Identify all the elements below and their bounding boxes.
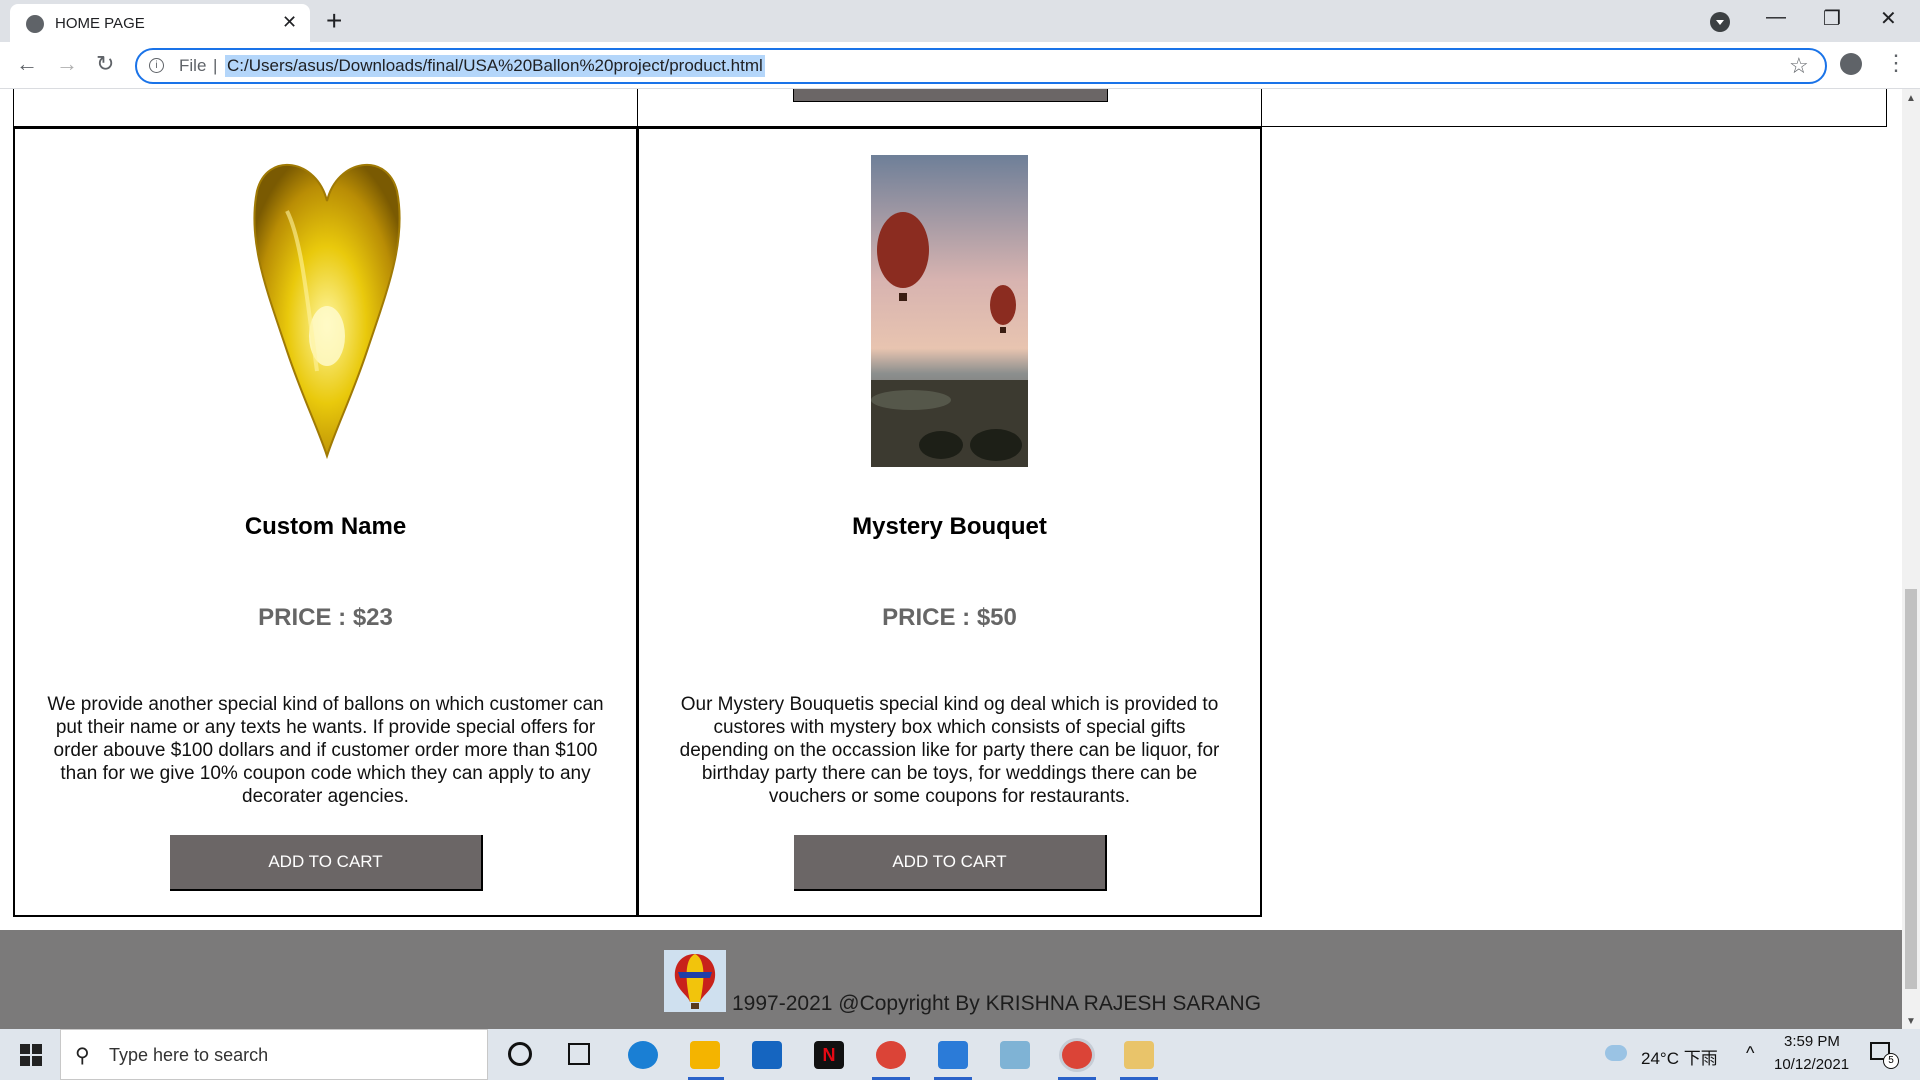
- mail-icon[interactable]: [752, 1041, 782, 1069]
- close-window-button[interactable]: ✕: [1880, 6, 1897, 31]
- paint-icon[interactable]: [1124, 1041, 1154, 1069]
- tab-title: HOME PAGE: [55, 15, 145, 32]
- scrollbar-thumb[interactable]: [1905, 589, 1917, 989]
- profile-avatar-icon[interactable]: [1840, 53, 1862, 75]
- add-to-cart-button[interactable]: ADD TO CART: [794, 835, 1107, 891]
- windows-taskbar: ⚲ Type here to search N 24°C 下雨 ^ 3:59 P…: [0, 1029, 1920, 1080]
- address-bar[interactable]: i File | C:/Users/asus/Downloads/final/U…: [135, 48, 1827, 84]
- copyright-text: 1997-2021 @Copyright By KRISHNA RAJESH S…: [732, 992, 1262, 1015]
- cortana-icon[interactable]: [508, 1042, 532, 1066]
- product-price: PRICE : $50: [882, 604, 1017, 631]
- minimize-button[interactable]: —: [1766, 6, 1786, 29]
- clock-date[interactable]: 10/12/2021: [1774, 1056, 1849, 1073]
- maximize-button[interactable]: ❐: [1823, 6, 1841, 31]
- product-description: Our Mystery Bouquetis special kind og de…: [679, 694, 1220, 807]
- scheme-separator: |: [213, 56, 218, 75]
- search-placeholder: Type here to search: [109, 1045, 269, 1065]
- notification-badge: 5: [1883, 1053, 1899, 1069]
- bookmark-star-icon[interactable]: ☆: [1789, 53, 1809, 79]
- chrome-active-icon[interactable]: [1062, 1041, 1092, 1069]
- tab-search-icon[interactable]: [1710, 12, 1730, 32]
- scheme-label: File: [179, 56, 207, 75]
- page-footer: 1997-2021 @Copyright By KRISHNA RAJESH S…: [0, 930, 1902, 1029]
- product-title: Mystery Bouquet: [852, 513, 1047, 540]
- notepad-icon[interactable]: [1000, 1041, 1030, 1069]
- windows-start-icon[interactable]: [20, 1044, 42, 1066]
- product-cell-previous: [13, 89, 638, 127]
- gold-heart-balloon-image: [253, 163, 401, 460]
- weather-icon[interactable]: [1605, 1045, 1627, 1061]
- search-icon: ⚲: [75, 1045, 90, 1067]
- add-to-cart-button[interactable]: ADD TO CART: [170, 835, 483, 891]
- product-card: Mystery Bouquet PRICE : $50 Our Mystery …: [637, 127, 1262, 917]
- globe-icon: [26, 15, 44, 33]
- chrome-icon[interactable]: [876, 1041, 906, 1069]
- forward-button[interactable]: →: [56, 51, 78, 77]
- product-title: Custom Name: [244, 513, 407, 540]
- product-card: Custom Name PRICE : $23 We provide anoth…: [13, 127, 638, 917]
- scroll-down-icon[interactable]: ▼: [1906, 1016, 1916, 1027]
- previous-add-to-cart-button[interactable]: [793, 89, 1108, 102]
- info-icon[interactable]: i: [149, 58, 164, 73]
- url-text[interactable]: C:/Users/asus/Downloads/final/USA%20Ball…: [225, 55, 765, 77]
- close-tab-icon[interactable]: ✕: [282, 12, 297, 33]
- reload-button[interactable]: ↻: [96, 51, 114, 77]
- taskbar-search-box[interactable]: ⚲ Type here to search: [60, 1029, 488, 1080]
- scroll-up-icon[interactable]: ▲: [1906, 93, 1916, 104]
- browser-tab[interactable]: HOME PAGE ✕: [10, 4, 310, 42]
- new-tab-button[interactable]: +: [326, 5, 342, 37]
- task-view-icon[interactable]: [568, 1043, 590, 1065]
- weather-text[interactable]: 24°C 下雨: [1641, 1044, 1718, 1069]
- product-cell-previous: [1261, 89, 1887, 127]
- browser-toolbar: ← → ↻ i File | C:/Users/asus/Downloads/f…: [0, 42, 1920, 89]
- edge-icon[interactable]: [628, 1041, 658, 1069]
- netflix-icon[interactable]: N: [814, 1041, 844, 1069]
- back-button[interactable]: ←: [16, 51, 38, 77]
- tab-strip: HOME PAGE ✕ + — ❐ ✕: [0, 0, 1920, 42]
- clock-time[interactable]: 3:59 PM: [1784, 1033, 1840, 1050]
- product-price: PRICE : $23: [258, 604, 393, 631]
- hot-air-balloons-photo: [871, 155, 1028, 467]
- tray-chevron-icon[interactable]: ^: [1746, 1043, 1754, 1064]
- page-viewport: Custom Name PRICE : $23 We provide anoth…: [0, 89, 1902, 1029]
- browser-menu-icon[interactable]: ⋮: [1885, 50, 1907, 76]
- product-description: We provide another special kind of ballo…: [47, 694, 604, 807]
- file-explorer-icon[interactable]: [690, 1041, 720, 1069]
- hot-air-balloon-logo: [664, 950, 726, 1012]
- vscode-icon[interactable]: [938, 1041, 968, 1069]
- vertical-scrollbar[interactable]: ▲ ▼: [1902, 89, 1920, 1029]
